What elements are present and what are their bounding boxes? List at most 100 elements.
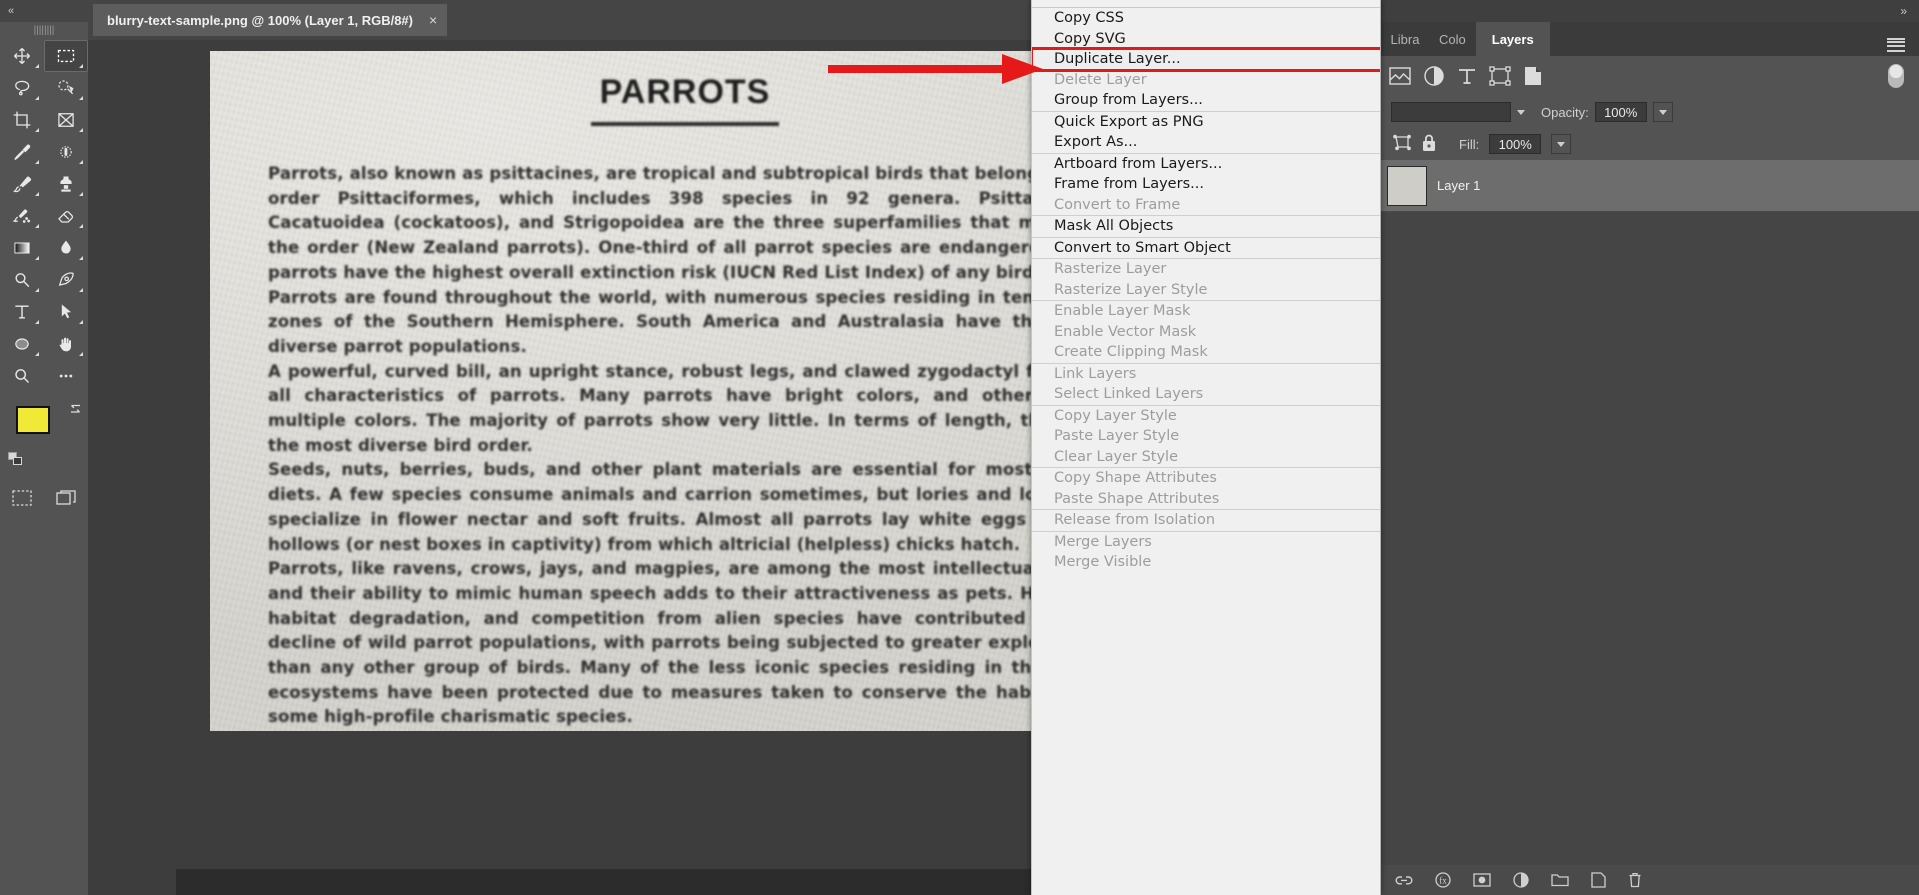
new-group-icon[interactable] xyxy=(1551,873,1569,887)
document-heading: PARROTS xyxy=(599,73,771,111)
add-layer-mask-icon[interactable] xyxy=(1473,873,1491,887)
menu-item-mask-all-objects[interactable]: Mask All Objects xyxy=(1032,216,1380,237)
opacity-input[interactable]: 100% xyxy=(1594,102,1647,122)
brush-tool[interactable] xyxy=(0,168,44,200)
menu-item-select-linked-layers: Select Linked Layers xyxy=(1054,386,1204,403)
tab-libraries[interactable]: Libra xyxy=(1381,22,1429,56)
menu-group: Rasterize Layer Rasterize Layer Style xyxy=(1032,258,1380,300)
menu-item-quick-export-as-png[interactable]: Quick Export as PNG xyxy=(1032,112,1380,133)
color-swatches xyxy=(8,404,80,465)
edit-toolbar-tool[interactable] xyxy=(44,360,88,392)
dodge-tool[interactable] xyxy=(0,264,44,296)
pen-tool[interactable] xyxy=(44,264,88,296)
ellipse-tool[interactable] xyxy=(0,328,44,360)
menu-item-enable-layer-mask: Enable Layer Mask xyxy=(1054,303,1191,320)
chevron-down-icon[interactable] xyxy=(1517,109,1525,115)
close-icon[interactable]: × xyxy=(429,12,437,28)
photoshop-window: « |||||||| blurry-text-sample.png @ 100%… xyxy=(0,0,1919,895)
menu-item-clear-layer-style: Clear Layer Style xyxy=(1054,448,1178,465)
menu-item-duplicate-layer[interactable]: Duplicate Layer... xyxy=(1032,47,1380,72)
change-screen-mode-button[interactable] xyxy=(44,484,88,512)
tab-color-label: Colo xyxy=(1439,31,1466,47)
menu-item-export-as[interactable]: Export As... xyxy=(1032,132,1380,153)
filter-toggle-icon[interactable] xyxy=(1887,63,1919,89)
horizontal-type-tool[interactable] xyxy=(0,296,44,328)
menu-item-release-from-isolation: Release from Isolation xyxy=(1054,512,1216,529)
tab-color[interactable]: Colo xyxy=(1429,22,1476,56)
tool-grid xyxy=(0,38,88,392)
link-layers-icon[interactable] xyxy=(1395,873,1413,887)
filter-adjustment-icon[interactable] xyxy=(1423,65,1445,87)
menu-group: Convert to Smart Object xyxy=(1032,236,1380,259)
menu-item-frame-from-layers[interactable]: Frame from Layers... xyxy=(1032,174,1380,195)
tab-layers[interactable]: Layers xyxy=(1475,22,1550,56)
eraser-tool[interactable] xyxy=(44,200,88,232)
object-selection-tool[interactable] xyxy=(44,72,88,104)
add-layer-style-icon[interactable]: fx xyxy=(1435,872,1451,888)
menu-item-enable-vector-mask: Enable Vector Mask xyxy=(1054,323,1197,340)
delete-layer-icon[interactable] xyxy=(1628,872,1642,888)
menu-item-convert-to-smart-object[interactable]: Convert to Smart Object xyxy=(1032,238,1380,259)
default-colors-icon[interactable] xyxy=(8,452,24,472)
lasso-tool[interactable] xyxy=(0,72,44,104)
menu-item-artboard-from-layers[interactable]: Artboard from Layers... xyxy=(1032,154,1380,175)
layer-context-menu[interactable]: Copy CSS Copy SVG Duplicate Layer... Delete… xyxy=(1031,0,1381,895)
history-brush-tool[interactable] xyxy=(0,200,44,232)
toolbar-collapse-label: « xyxy=(8,5,14,17)
fill-input[interactable]: 100% xyxy=(1489,134,1542,154)
lock-position-icon[interactable] xyxy=(1391,134,1411,155)
panel-menu-icon[interactable] xyxy=(1887,22,1919,56)
menu-item-paste-shape-attributes: Paste Shape Attributes xyxy=(1054,490,1220,507)
panel-collapse-label: » xyxy=(1900,4,1907,18)
lock-all-icon[interactable] xyxy=(1421,133,1437,156)
paragraph: Parrots, like ravens, crows, jays, and m… xyxy=(268,559,1102,727)
gradient-tool[interactable] xyxy=(0,232,44,264)
swap-colors-icon[interactable] xyxy=(68,402,84,419)
menu-item-copy-css[interactable]: Copy CSS xyxy=(1032,8,1380,29)
document-content: PARROTS Parrots, also known as psittacin… xyxy=(210,51,1130,730)
menu-item-copy-svg[interactable]: Copy SVG xyxy=(1032,29,1380,50)
menu-group: Artboard from Layers... Frame from Layers… xyxy=(1032,152,1380,216)
edit-in-quick-mask-button[interactable] xyxy=(0,484,44,512)
spot-healing-brush-tool[interactable] xyxy=(44,136,88,168)
menu-item-create-clipping-mask: Create Clipping Mask xyxy=(1054,344,1208,361)
toolbar-grip[interactable]: |||||||| xyxy=(0,22,88,38)
toolbar-collapse-button[interactable]: « xyxy=(0,0,88,22)
filter-type-icon[interactable] xyxy=(1457,66,1477,86)
clone-stamp-tool[interactable] xyxy=(44,168,88,200)
menu-item-group-from-layers[interactable]: Group from Layers... xyxy=(1032,90,1380,111)
crop-tool[interactable] xyxy=(0,104,44,136)
menu-item-copy-layer-style: Copy Layer Style xyxy=(1054,407,1177,424)
zoom-tool[interactable] xyxy=(0,360,44,392)
blend-mode-select[interactable] xyxy=(1391,102,1511,122)
heading-underline xyxy=(591,122,779,126)
document-tab[interactable]: blurry-text-sample.png @ 100% (Layer 1, … xyxy=(93,4,448,36)
menu-group: Merge Layers Merge Visible xyxy=(1032,530,1380,573)
menu-group: Copy CSS Copy SVG Duplicate Layer... Delete… xyxy=(1032,7,1380,111)
filter-shape-icon[interactable] xyxy=(1489,66,1511,86)
new-layer-icon[interactable] xyxy=(1591,872,1606,888)
hand-tool[interactable] xyxy=(44,328,88,360)
menu-item-convert-to-frame: Convert to Frame xyxy=(1054,196,1181,213)
path-selection-tool[interactable] xyxy=(44,296,88,328)
menu-item-delete-layer: Delete Layer xyxy=(1054,71,1147,88)
fill-chevron-icon[interactable] xyxy=(1551,134,1572,154)
filter-pixel-icon[interactable] xyxy=(1389,66,1411,86)
blur-tool[interactable] xyxy=(44,232,88,264)
opacity-chevron-icon[interactable] xyxy=(1652,102,1673,122)
layer-row[interactable]: Layer 1 xyxy=(1381,160,1919,212)
move-tool[interactable] xyxy=(0,40,44,72)
panel-tab-strip: Libra Colo Layers xyxy=(1381,22,1919,56)
new-fill-adjustment-icon[interactable] xyxy=(1513,872,1529,888)
document-canvas[interactable]: PARROTS Parrots, also known as psittacin… xyxy=(210,51,1130,731)
filter-smart-object-icon[interactable] xyxy=(1523,66,1543,86)
rectangular-marquee-tool[interactable] xyxy=(44,40,88,72)
panel-collapse-button[interactable]: » xyxy=(1381,0,1919,22)
layer-name[interactable]: Layer 1 xyxy=(1437,178,1480,193)
frame-tool[interactable] xyxy=(44,104,88,136)
menu-group: Copy Layer Style Paste Layer Style Clear L… xyxy=(1032,404,1380,468)
layer-list: Layer 1 xyxy=(1381,160,1919,212)
foreground-color-swatch[interactable] xyxy=(16,406,50,434)
layer-thumbnail[interactable] xyxy=(1387,165,1427,206)
eyedropper-tool[interactable] xyxy=(0,136,44,168)
